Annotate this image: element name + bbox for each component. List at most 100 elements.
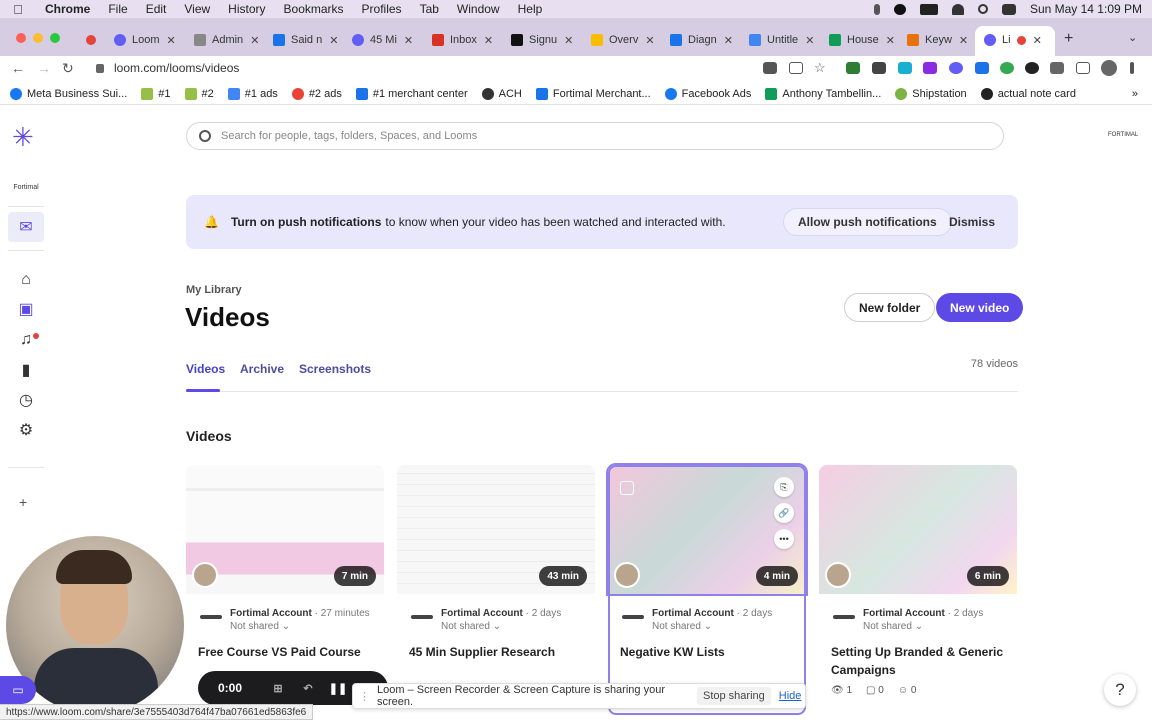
add-workspace-icon[interactable]: + (19, 494, 27, 510)
video-thumbnail[interactable]: 43 min (397, 465, 595, 594)
video-title[interactable]: 45 Min Supplier Research (409, 643, 587, 661)
camera-toggle-icon[interactable]: ▭ (0, 676, 36, 704)
settings-gear-icon[interactable]: ⚙ (16, 421, 36, 441)
loom-extension-icon[interactable] (949, 62, 963, 74)
close-icon[interactable]: ✕ (250, 34, 259, 47)
stop-sharing-button[interactable]: Stop sharing (697, 687, 771, 705)
tab-said[interactable]: Said n ✕ (273, 30, 338, 50)
hide-link[interactable]: Hide (779, 690, 802, 702)
bookmark-1-ads[interactable]: #1 ads (227, 87, 278, 100)
share-status[interactable]: Not shared ⌄ (441, 621, 501, 632)
extension-icon[interactable] (1000, 62, 1014, 74)
menu-history[interactable]: History (219, 2, 274, 16)
address-url[interactable]: loom.com/looms/videos (114, 61, 239, 75)
sidebar-item-inbox[interactable]: ✉ (8, 212, 44, 242)
bookmarks-overflow-icon[interactable]: » (1132, 88, 1138, 100)
tab-house[interactable]: House ✕ (829, 30, 895, 50)
bookmark-note-card[interactable]: actual note card (980, 87, 1076, 100)
reload-button[interactable]: ↻ (62, 60, 74, 77)
menu-file[interactable]: File (99, 2, 136, 16)
window-close-button[interactable] (16, 33, 26, 43)
tab-search-chevron-icon[interactable]: ⌄ (1128, 31, 1137, 44)
tab-inbox[interactable]: Inbox ✕ (432, 30, 493, 50)
menu-tab[interactable]: Tab (411, 2, 448, 16)
tab-diagnostics[interactable]: Diagn ✕ (670, 30, 733, 50)
bookmark-2[interactable]: #2 (184, 87, 214, 100)
share-status[interactable]: Not shared ⌄ (230, 621, 290, 632)
extension-icon[interactable] (1025, 62, 1039, 74)
video-thumbnail[interactable]: 6 min (819, 465, 1017, 594)
close-icon[interactable]: ✕ (724, 34, 733, 47)
record-status-icon[interactable] (893, 3, 906, 15)
workspace-name[interactable]: Fortimal (8, 184, 44, 191)
tab-keywords[interactable]: Keyw ✕ (907, 30, 968, 50)
profile-avatar[interactable] (1101, 60, 1117, 76)
dismiss-button[interactable]: Dismiss (949, 215, 995, 229)
extension-icon[interactable] (898, 62, 912, 74)
new-video-button[interactable]: New video (936, 293, 1024, 322)
close-icon[interactable]: ✕ (959, 34, 968, 47)
close-icon[interactable]: ✕ (329, 34, 338, 47)
bookmark-shipstation[interactable]: Shipstation (895, 87, 967, 100)
tab-library-active[interactable]: Li ✕ (984, 30, 1042, 50)
bookmark-star-icon[interactable]: ☆ (814, 61, 828, 74)
tab-45-min[interactable]: 45 Mi ✕ (352, 30, 413, 50)
tab-archive[interactable]: Archive (240, 362, 284, 376)
extension-icon[interactable] (923, 62, 937, 74)
bookmark-anthony[interactable]: Anthony Tambellin... (765, 87, 881, 100)
search-bar[interactable]: Search for people, tags, folders, Spaces… (186, 122, 1004, 150)
tab-signup[interactable]: Signu ✕ (511, 30, 573, 50)
video-title[interactable]: Setting Up Branded & Generic Campaigns (831, 643, 1009, 679)
tab-videos[interactable]: Videos (186, 362, 225, 376)
microphone-icon[interactable] (873, 3, 880, 15)
close-icon[interactable]: ✕ (645, 34, 654, 47)
library-icon[interactable]: ▣ (16, 300, 36, 320)
apple-icon[interactable]:  (0, 2, 36, 17)
help-button[interactable]: ? (1104, 674, 1136, 706)
address-bar[interactable]: loom.com/looms/videos (88, 58, 836, 78)
pause-icon[interactable]: ❚❚ (328, 682, 348, 695)
tab-admin[interactable]: Admin ✕ (194, 30, 259, 50)
workspace-logo[interactable]: FORTIMAL (1108, 132, 1138, 138)
loom-logo-icon[interactable]: ✳ (12, 124, 34, 150)
close-icon[interactable]: ✕ (1033, 34, 1042, 47)
tab-screenshots[interactable]: Screenshots (299, 362, 371, 376)
video-thumbnail[interactable]: 7 min (186, 465, 384, 594)
new-tab-button[interactable]: + (1064, 30, 1073, 48)
video-card[interactable]: 4 min ⎘ 🔗 ••• Fortimal Account · 2 days … (606, 463, 808, 715)
extension-icon[interactable] (975, 62, 989, 74)
restart-icon[interactable]: ↶ (298, 682, 318, 695)
tab-loom[interactable]: Loom ✕ (114, 30, 176, 50)
drawing-tools-icon[interactable]: ⊞ (268, 682, 288, 695)
video-card[interactable]: 43 min Fortimal Account · 2 days Not sha… (397, 465, 595, 715)
close-icon[interactable]: ✕ (404, 34, 413, 47)
menu-profiles[interactable]: Profiles (353, 2, 411, 16)
bookmark-meta-business[interactable]: Meta Business Sui... (10, 87, 127, 100)
menu-edit[interactable]: Edit (137, 2, 176, 16)
close-icon[interactable]: ✕ (886, 34, 895, 47)
window-minimize-button[interactable] (33, 33, 43, 43)
battery-icon[interactable] (919, 3, 938, 15)
browser-menu-icon[interactable] (1130, 62, 1134, 74)
search-icon[interactable] (977, 4, 988, 14)
bookmark-facebook-ads[interactable]: Facebook Ads (664, 87, 751, 100)
bookmark-fortimal-merchant[interactable]: Fortimal Merchant... (535, 87, 651, 100)
drag-handle-icon[interactable]: ⋮ (359, 690, 373, 703)
tab-untitled[interactable]: Untitle ✕ (749, 30, 814, 50)
video-title[interactable]: Free Course VS Paid Course (198, 643, 376, 661)
menu-help[interactable]: Help (509, 2, 552, 16)
menu-window[interactable]: Window (448, 2, 509, 16)
home-icon[interactable]: ⌂ (16, 270, 36, 290)
menu-clock[interactable]: Sun May 14 1:09 PM (1030, 2, 1142, 16)
control-center-icon[interactable] (1001, 3, 1016, 15)
bookmark-ach[interactable]: ACH (481, 87, 522, 100)
share-status[interactable]: Not shared ⌄ (863, 621, 923, 632)
close-icon[interactable]: ✕ (484, 34, 493, 47)
search-placeholder[interactable]: Search for people, tags, folders, Spaces… (221, 130, 477, 142)
new-folder-button[interactable]: New folder (844, 293, 936, 322)
history-clock-icon[interactable]: ◷ (16, 391, 36, 411)
lock-icon[interactable] (96, 63, 104, 73)
video-card[interactable]: 6 min Fortimal Account · 2 days Not shar… (819, 465, 1017, 715)
close-icon[interactable]: ✕ (167, 34, 176, 47)
menu-view[interactable]: View (175, 2, 219, 16)
